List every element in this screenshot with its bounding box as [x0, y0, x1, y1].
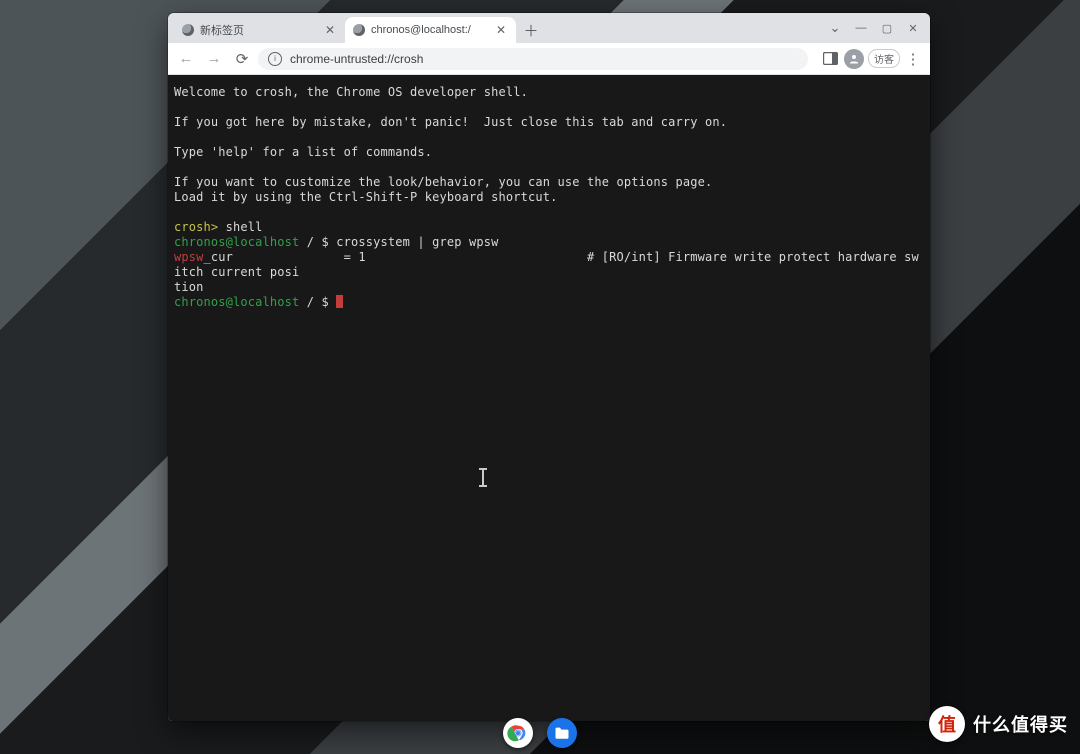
- window-controls: ⌄ — ▢ ✕: [822, 13, 926, 43]
- grep-output: tion: [174, 280, 204, 294]
- tab-newtab[interactable]: 新标签页 ✕: [174, 17, 345, 43]
- profile-avatar[interactable]: [844, 49, 864, 69]
- address-bar[interactable]: i chrome-untrusted://crosh: [258, 48, 808, 70]
- term-line: Load it by using the Ctrl-Shift-P keyboa…: [174, 190, 557, 204]
- term-line: Welcome to crosh, the Chrome OS develope…: [174, 85, 528, 99]
- shell-path: / $: [299, 235, 336, 249]
- chrome-app-icon[interactable]: [503, 718, 533, 748]
- tab-strip: 新标签页 ✕ chronos@localhost:/ ✕ ＋ ⌄ — ▢ ✕: [168, 13, 930, 43]
- crosh-prompt: crosh>: [174, 220, 218, 234]
- shell-cmd: crossystem | grep wpsw: [336, 235, 498, 249]
- term-line: If you got here by mistake, don't panic!…: [174, 115, 727, 129]
- grep-output: _cur = 1 # [RO/int] Firmware write prote…: [174, 250, 919, 279]
- toolbar: ← → ⟳ i chrome-untrusted://crosh 访客 ⋮: [168, 43, 930, 75]
- globe-icon: [353, 24, 365, 36]
- tab-crosh[interactable]: chronos@localhost:/ ✕: [345, 17, 516, 43]
- forward-button[interactable]: →: [202, 47, 226, 71]
- close-icon[interactable]: ✕: [323, 23, 337, 37]
- grep-match: wpsw: [174, 250, 204, 264]
- text-cursor-icon: [482, 470, 484, 485]
- minimize-button[interactable]: —: [848, 16, 874, 40]
- tab-title: chronos@localhost:/: [371, 24, 488, 36]
- close-window-button[interactable]: ✕: [900, 16, 926, 40]
- tab-title: 新标签页: [200, 22, 317, 38]
- close-icon[interactable]: ✕: [494, 23, 508, 37]
- shell-prompt: chronos@localhost: [174, 295, 299, 309]
- toolbar-right: 访客 ⋮: [818, 47, 924, 71]
- maximize-button[interactable]: ▢: [874, 16, 900, 40]
- shelf: [0, 712, 1080, 754]
- crosh-cmd: shell: [218, 220, 262, 234]
- sidepanel-icon[interactable]: [818, 47, 842, 71]
- shell-path: / $: [299, 295, 336, 309]
- cursor: [336, 295, 343, 308]
- profile-label[interactable]: 访客: [868, 49, 900, 68]
- reload-button[interactable]: ⟳: [230, 47, 254, 71]
- chevron-down-icon[interactable]: ⌄: [822, 16, 848, 40]
- watermark-text: 什么值得买: [973, 711, 1068, 737]
- url-text: chrome-untrusted://crosh: [290, 52, 423, 66]
- shell-prompt: chronos@localhost: [174, 235, 299, 249]
- menu-button[interactable]: ⋮: [902, 50, 924, 68]
- info-icon[interactable]: i: [268, 52, 282, 66]
- files-app-icon[interactable]: [547, 718, 577, 748]
- new-tab-button[interactable]: ＋: [520, 19, 542, 41]
- watermark: 值 什么值得买: [929, 706, 1068, 742]
- watermark-badge: 值: [929, 706, 965, 742]
- term-line: If you want to customize the look/behavi…: [174, 175, 712, 189]
- terminal[interactable]: Welcome to crosh, the Chrome OS develope…: [168, 75, 930, 721]
- term-line: Type 'help' for a list of commands.: [174, 145, 432, 159]
- globe-icon: [182, 24, 194, 36]
- back-button[interactable]: ←: [174, 47, 198, 71]
- browser-window: 新标签页 ✕ chronos@localhost:/ ✕ ＋ ⌄ — ▢ ✕ ←…: [168, 13, 930, 721]
